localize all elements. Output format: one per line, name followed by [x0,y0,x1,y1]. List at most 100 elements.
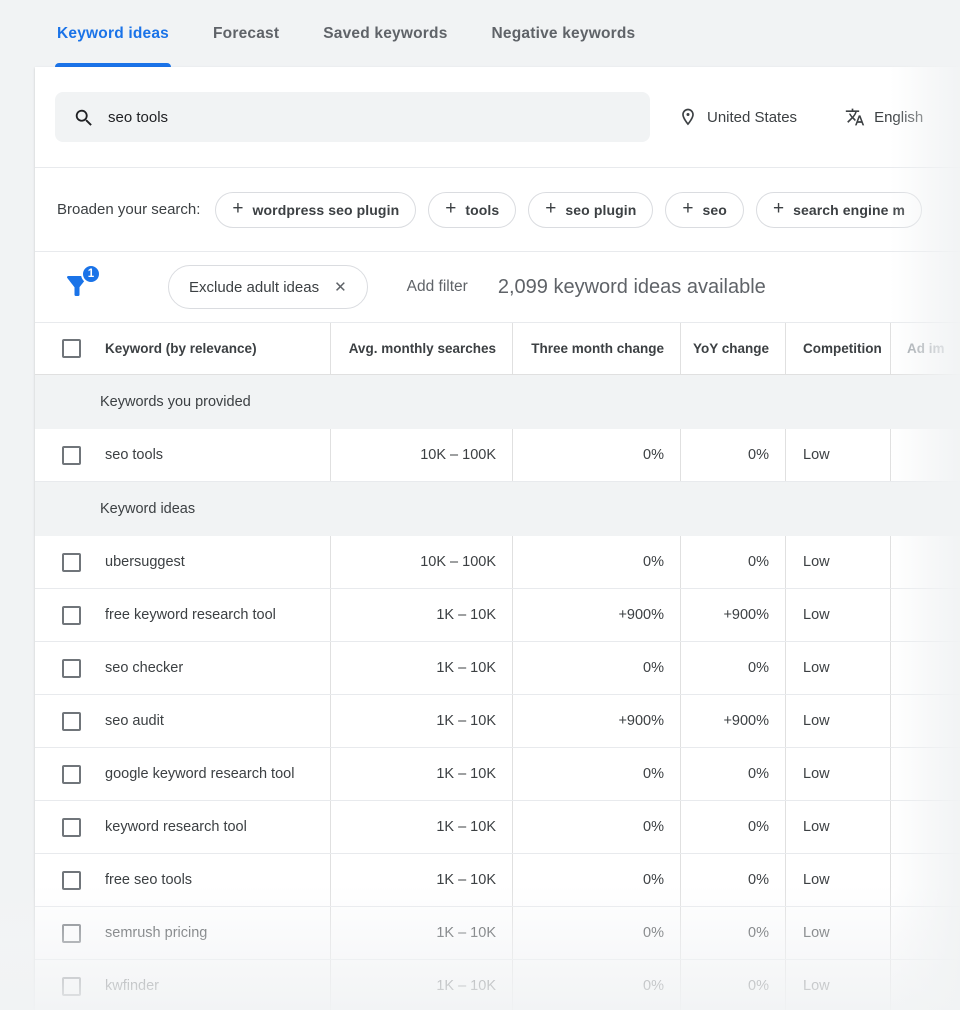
competition-cell: Low [785,907,890,959]
select-all-checkbox[interactable] [62,339,81,358]
row-checkbox[interactable] [62,870,81,890]
broaden-chip[interactable]: + seo [665,191,744,228]
three-month-change-cell: 0% [512,642,680,694]
keyword-planner-page: Keyword ideas Forecast Saved keywords Ne… [0,0,960,1010]
ad-impression-share-cell [890,854,960,906]
three-month-change-cell: +900% [512,695,680,747]
broaden-label: Broaden your search: [57,201,201,218]
yoy-change-cell: 0% [680,748,785,800]
three-month-change-cell: 0% [512,748,680,800]
competition-cell: Low [785,854,890,906]
yoy-change-cell: +900% [680,695,785,747]
row-checkbox[interactable] [62,976,81,996]
active-filter-chip[interactable]: Exclude adult ideas ✕ [168,265,368,309]
tab-label: Keyword ideas [57,24,170,42]
table-row[interactable]: seo checker 1K – 10K 0% 0% Low [35,642,960,695]
three-month-change-cell: 0% [512,907,680,959]
table-row[interactable]: seo tools 10K – 100K 0% 0% Low [35,429,960,482]
yoy-change-cell: 0% [680,907,785,959]
ad-impression-share-cell [890,642,960,694]
table-row[interactable]: free seo tools 1K – 10K 0% 0% Low [35,854,960,907]
row-checkbox[interactable] [62,605,81,625]
table-row[interactable]: keyword research tool 1K – 10K 0% 0% Low [35,801,960,854]
col-competition[interactable]: Competition [785,323,890,374]
col-avg-monthly-searches[interactable]: Avg. monthly searches [330,323,512,374]
tab-saved-keywords[interactable]: Saved keywords [323,0,447,67]
col-three-month-change[interactable]: Three month change [512,323,680,374]
table-row[interactable]: ubersuggest 10K – 100K 0% 0% Low [35,536,960,589]
col-ad-impression-share[interactable]: Ad im [890,323,960,374]
competition-cell: Low [785,429,890,481]
row-checkbox[interactable] [62,658,81,678]
ad-impression-share-cell [890,960,960,1010]
table-header-row: Keyword (by relevance) Avg. monthly sear… [35,322,960,375]
ad-impression-share-cell [890,748,960,800]
location-selector[interactable]: United States [678,107,797,127]
competition-cell: Low [785,695,890,747]
row-checkbox[interactable] [62,764,81,784]
three-month-change-cell: 0% [512,854,680,906]
filter-count-badge: 1 [81,264,101,284]
language-value: English [874,108,924,126]
col-yoy-change[interactable]: YoY change [680,323,785,374]
broaden-chip-label: seo plugin [565,201,637,218]
tab-keyword-ideas[interactable]: Keyword ideas [54,0,172,67]
row-checkbox[interactable] [62,445,81,465]
search-row: seo tools United States English [35,67,960,168]
row-checkbox[interactable] [62,552,81,572]
keyword-cell: seo audit [105,713,164,729]
table-row[interactable]: kwfinder 1K – 10K 0% 0% Low [35,960,960,1010]
broaden-chip-label: tools [465,201,500,218]
remove-filter-icon[interactable]: ✕ [334,278,347,296]
three-month-change-cell: +900% [512,589,680,641]
keyword-cell: semrush pricing [105,925,208,941]
table-row[interactable]: semrush pricing 1K – 10K 0% 0% Low [35,907,960,960]
section-title: Keywords you provided [100,394,251,410]
col-keyword[interactable]: Keyword (by relevance) [105,341,257,356]
row-checkbox[interactable] [62,817,81,837]
broaden-search-row: Broaden your search: + wordpress seo plu… [35,168,960,252]
broaden-chip[interactable]: + seo plugin [528,191,654,228]
search-icon [73,107,93,127]
plus-icon: + [772,198,785,219]
table-row[interactable]: free keyword research tool 1K – 10K +900… [35,589,960,642]
table-row[interactable]: google keyword research tool 1K – 10K 0%… [35,748,960,801]
avg-monthly-searches-cell: 10K – 100K [330,536,512,588]
plus-icon: + [445,198,457,219]
plus-icon: + [545,198,557,219]
yoy-change-cell: +900% [680,589,785,641]
broaden-chip[interactable]: + search engine m [755,191,923,228]
table-section-header: Keyword ideas [35,482,960,536]
avg-monthly-searches-cell: 1K – 10K [330,854,512,906]
keyword-cell: free keyword research tool [105,607,276,623]
broaden-chip-label: seo [702,201,727,218]
avg-monthly-searches-cell: 1K – 10K [330,907,512,959]
broaden-chip[interactable]: + wordpress seo plugin [215,191,417,228]
avg-monthly-searches-cell: 1K – 10K [330,642,512,694]
ad-impression-share-cell [890,907,960,959]
search-input[interactable]: seo tools [55,92,650,142]
broaden-chips: + wordpress seo plugin + tools + seo plu… [215,191,923,228]
filter-row: 1 Exclude adult ideas ✕ Add filter 2,099… [35,252,960,322]
ad-impression-share-cell [890,536,960,588]
row-checkbox[interactable] [62,711,81,731]
tab-negative-keywords[interactable]: Negative keywords [492,0,636,67]
yoy-change-cell: 0% [680,642,785,694]
filter-button[interactable]: 1 [62,264,101,303]
competition-cell: Low [785,801,890,853]
language-selector[interactable]: English [845,107,923,127]
section-title: Keyword ideas [100,501,196,517]
broaden-chip[interactable]: + tools [428,191,517,228]
three-month-change-cell: 0% [512,801,680,853]
three-month-change-cell: 0% [512,429,680,481]
table-row[interactable]: seo audit 1K – 10K +900% +900% Low [35,695,960,748]
plus-icon: + [682,198,694,219]
keyword-cell: google keyword research tool [105,766,295,782]
tab-forecast[interactable]: Forecast [213,0,279,67]
ad-impression-share-cell [890,589,960,641]
add-filter-button[interactable]: Add filter [407,278,468,296]
row-checkbox[interactable] [62,923,81,943]
table-section-header: Keywords you provided [35,375,960,429]
competition-cell: Low [785,748,890,800]
avg-monthly-searches-cell: 10K – 100K [330,429,512,481]
